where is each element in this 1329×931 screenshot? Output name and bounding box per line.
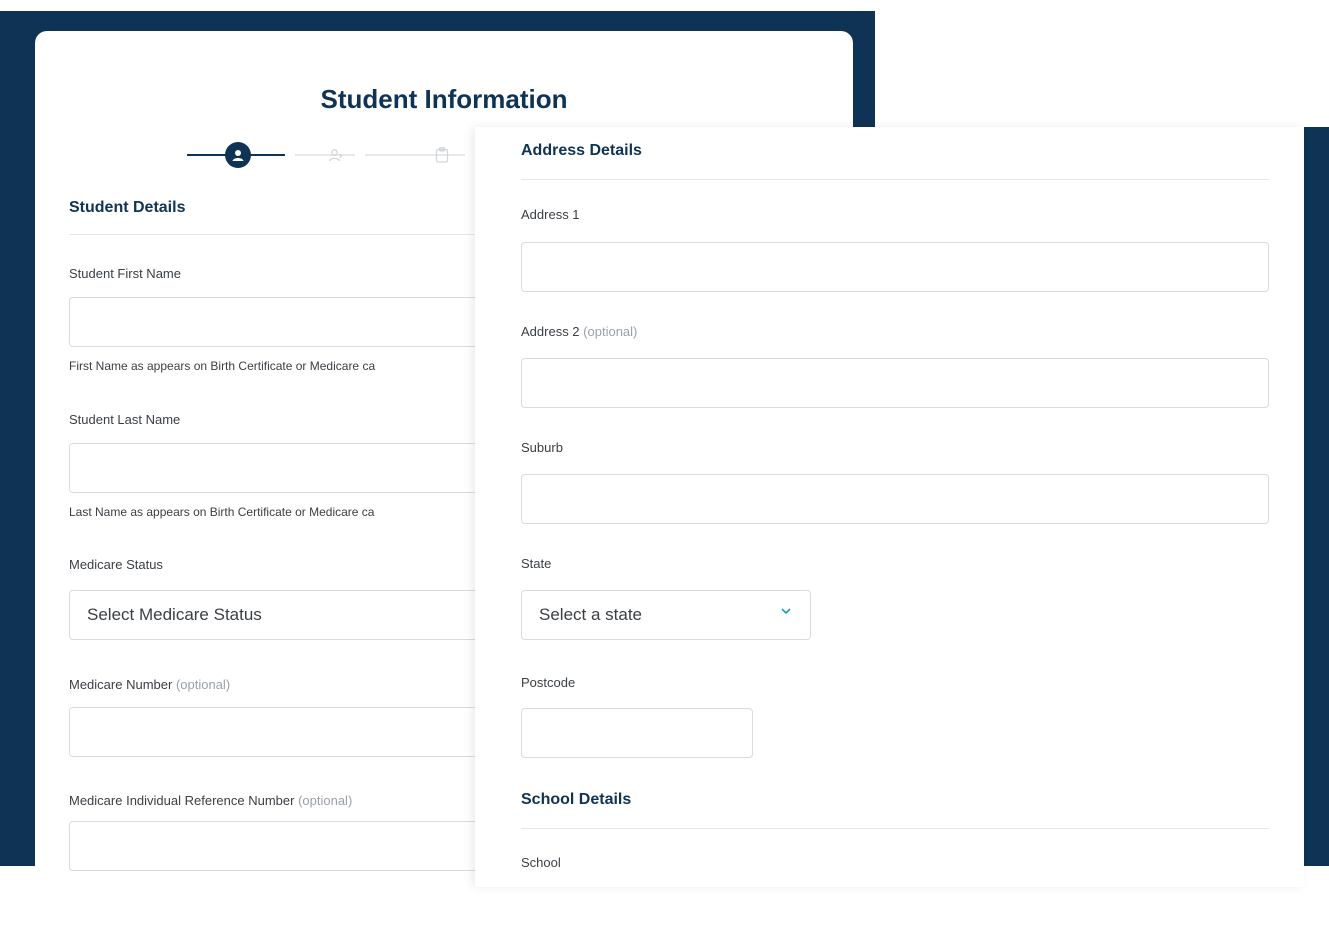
page-title: Student Information xyxy=(320,84,568,114)
stepper-line xyxy=(295,154,355,156)
address-details-heading: Address Details xyxy=(521,142,642,159)
suburb-label: Suburb xyxy=(521,440,563,455)
address2-input[interactable] xyxy=(521,358,1269,408)
address1-label: Address 1 xyxy=(521,207,580,222)
postcode-input[interactable] xyxy=(521,708,753,758)
first-name-label: Student First Name xyxy=(69,266,181,281)
school-details-heading: School Details xyxy=(521,791,632,808)
parent-icon[interactable] xyxy=(326,145,346,165)
school-label: School xyxy=(521,855,561,870)
address1-input[interactable] xyxy=(521,242,1269,292)
medicare-status-label: Medicare Status xyxy=(69,557,163,572)
suburb-input[interactable] xyxy=(521,474,1269,524)
medicare-number-label: Medicare Number (optional) xyxy=(69,677,231,692)
state-placeholder: Select a state xyxy=(539,605,643,624)
first-name-hint: First Name as appears on Birth Certifica… xyxy=(69,359,376,373)
section-divider xyxy=(521,828,1269,829)
postcode-label: Postcode xyxy=(521,675,576,690)
medicare-irn-input[interactable] xyxy=(69,821,489,871)
address2-label: Address 2 (optional) xyxy=(521,324,638,339)
last-name-label: Student Last Name xyxy=(69,412,181,427)
last-name-input[interactable] xyxy=(69,443,489,493)
state-select[interactable]: Select a state xyxy=(521,590,811,640)
last-name-hint: Last Name as appears on Birth Certificat… xyxy=(69,505,375,519)
first-name-input[interactable] xyxy=(69,297,489,347)
student-details-heading: Student Details xyxy=(69,199,186,216)
student-icon[interactable] xyxy=(225,142,251,168)
optional-text: (optional) xyxy=(298,793,353,808)
medicare-status-placeholder: Select Medicare Status xyxy=(87,605,262,624)
medicare-status-select[interactable]: Select Medicare Status xyxy=(69,590,489,640)
address-details-card: Address Details Address 1 Address 2 (opt… xyxy=(475,127,1304,887)
clipboard-icon[interactable] xyxy=(432,144,452,166)
medicare-irn-label: Medicare Individual Reference Number (op… xyxy=(69,793,353,808)
chevron-down-icon xyxy=(780,604,792,620)
page-background-right xyxy=(1304,127,1329,866)
optional-text: (optional) xyxy=(583,324,638,339)
optional-text: (optional) xyxy=(175,677,231,692)
section-divider xyxy=(521,179,1269,180)
medicare-number-input[interactable] xyxy=(69,707,489,757)
state-label: State xyxy=(521,556,552,571)
